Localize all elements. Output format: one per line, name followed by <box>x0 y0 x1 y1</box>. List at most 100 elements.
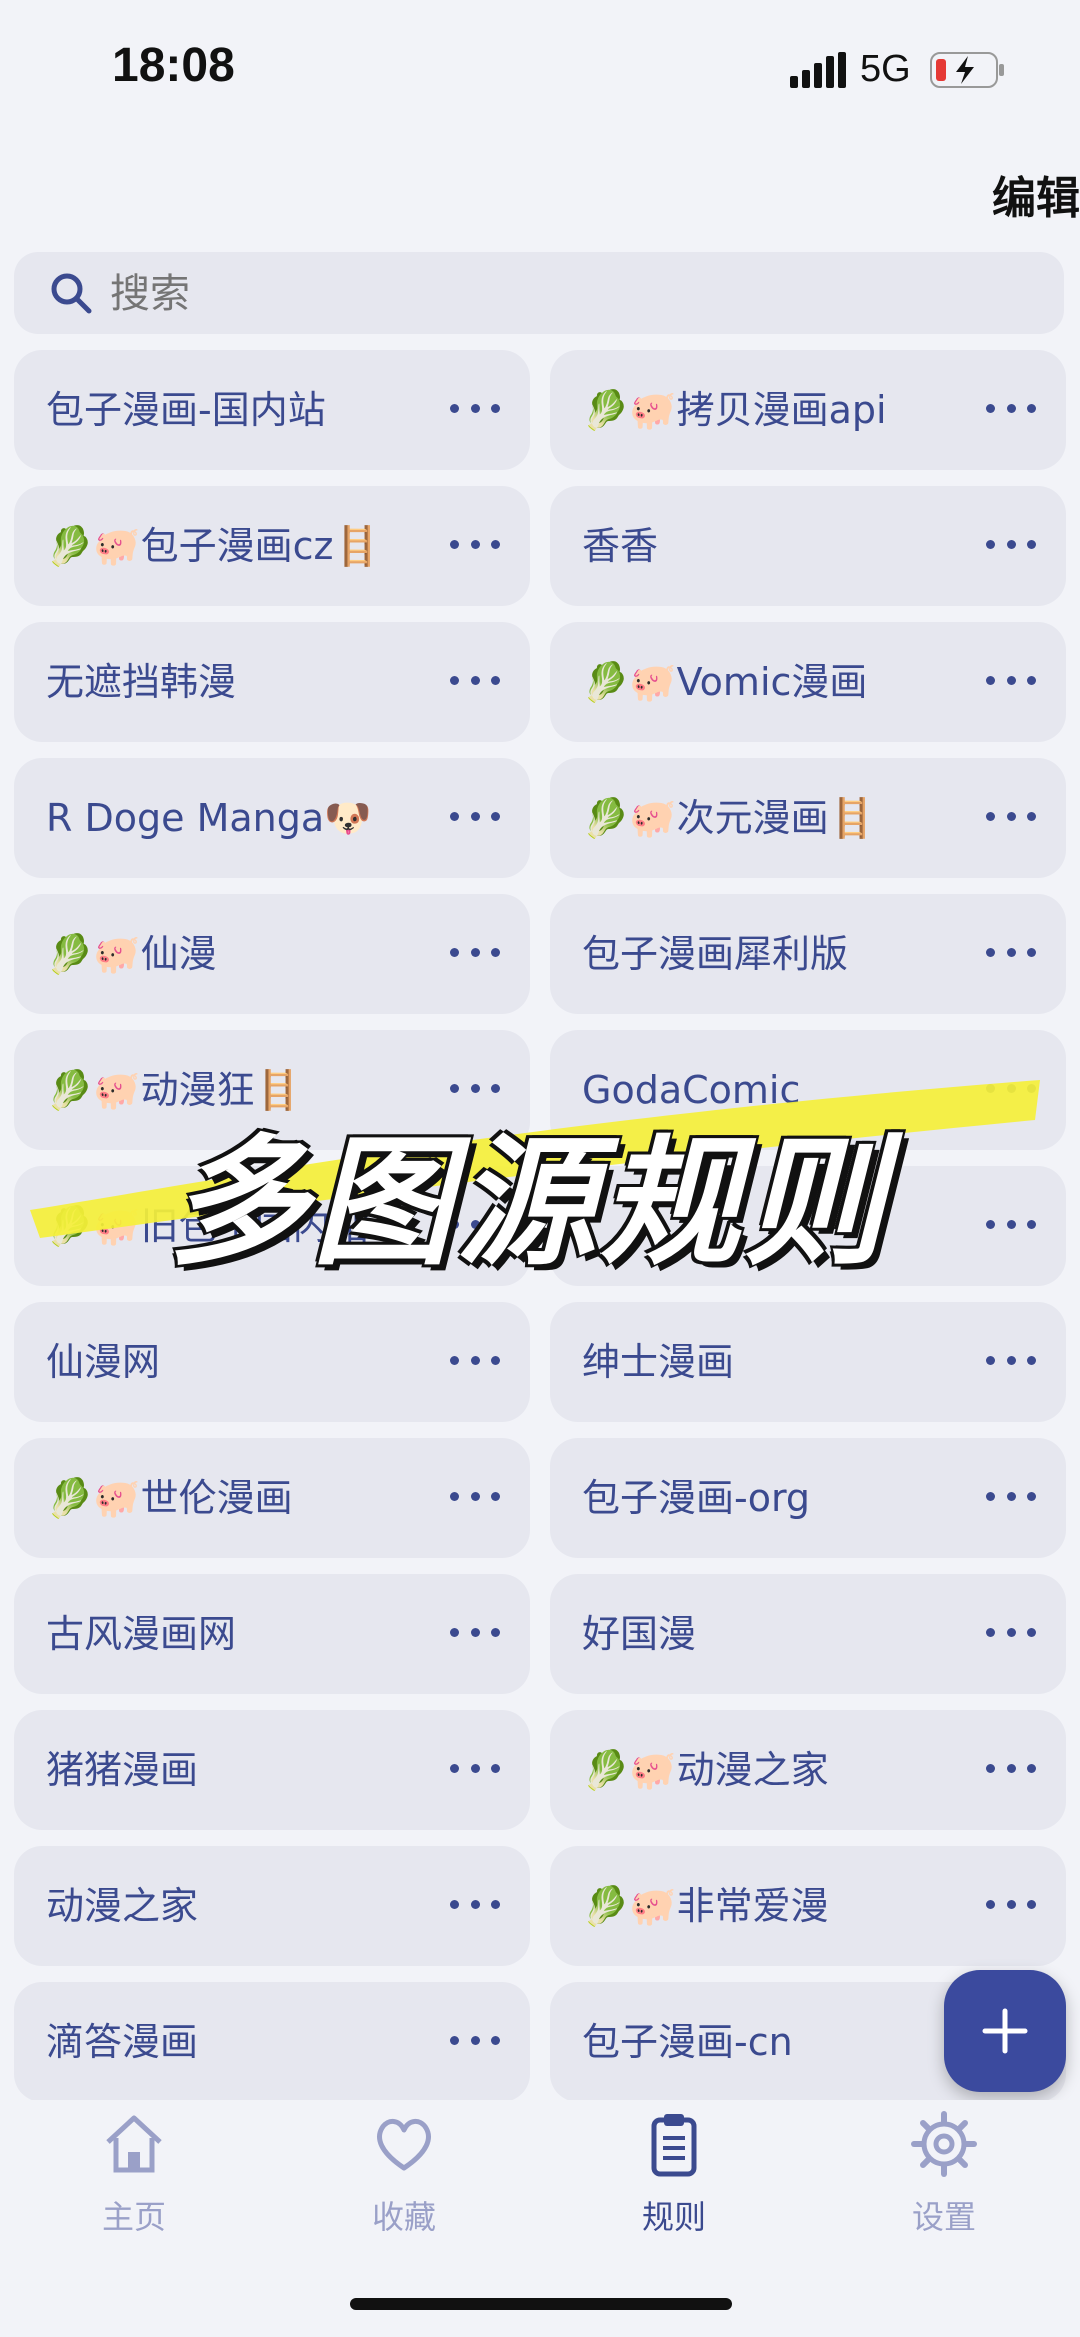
dot <box>450 675 459 685</box>
tab-rules[interactable]: 规则 <box>584 2110 764 2270</box>
rule-card[interactable]: 古风漫画网 <box>14 1574 530 1694</box>
add-rule-button[interactable] <box>944 1970 1066 2092</box>
rule-name: 仙漫网 <box>46 1340 161 1384</box>
rule-card[interactable]: 好国漫 <box>550 1574 1066 1694</box>
dot <box>986 1899 995 1909</box>
dot <box>1027 1899 1036 1909</box>
dot <box>1027 1491 1036 1501</box>
rule-name: 🥬🐖拷贝漫画api <box>582 388 887 432</box>
tab-label: 规则 <box>641 2198 706 2236</box>
dot <box>1006 1491 1016 1501</box>
rule-name: 包子漫画-国内站 <box>46 388 326 432</box>
rule-card[interactable]: 🥬🐖动漫之家 <box>550 1710 1066 1830</box>
dot <box>470 675 480 685</box>
more-icon[interactable] <box>450 1478 500 1514</box>
dot <box>1027 1355 1036 1365</box>
more-icon[interactable] <box>450 390 500 426</box>
rule-name: 包子漫画-org <box>582 1476 811 1520</box>
rule-name: 🥬🐖Vomic漫画 <box>582 660 868 704</box>
more-icon[interactable] <box>986 1478 1036 1514</box>
rule-card[interactable]: 🥬🐖包子漫画cz🪜 <box>14 486 530 606</box>
rule-name: 滴答漫画 <box>46 2020 199 2064</box>
rule-name: 猪猪漫画 <box>46 1748 199 1792</box>
dot <box>1006 811 1016 821</box>
more-icon[interactable] <box>450 1886 500 1922</box>
more-icon[interactable] <box>986 390 1036 426</box>
dot <box>450 2035 459 2045</box>
rule-card[interactable]: 包子漫画犀利版 <box>550 894 1066 1014</box>
dot <box>491 811 500 821</box>
rule-name: 🥬🐖世伦漫画 <box>46 1476 293 1520</box>
search-input[interactable] <box>108 252 1032 336</box>
dot <box>470 539 480 549</box>
rule-name: 好国漫 <box>582 1612 697 1656</box>
search-bar[interactable] <box>14 252 1064 336</box>
more-icon[interactable] <box>450 662 500 698</box>
rule-card[interactable]: 无遮挡韩漫 <box>14 622 530 742</box>
more-icon[interactable] <box>986 1886 1036 1922</box>
rule-card[interactable]: 🥬🐖次元漫画🪜 <box>550 758 1066 878</box>
rule-name: 绅士漫画 <box>582 1340 735 1384</box>
rule-card[interactable]: 仙漫网 <box>14 1302 530 1422</box>
clipboard-icon <box>651 2114 697 2177</box>
dot <box>450 403 459 413</box>
dot <box>491 1627 500 1637</box>
overlay-title: 多图源规则 <box>168 1122 889 1285</box>
dot <box>1006 1763 1016 1773</box>
dot <box>491 403 500 413</box>
more-icon[interactable] <box>450 1342 500 1378</box>
more-icon[interactable] <box>986 662 1036 698</box>
rule-name: 无遮挡韩漫 <box>46 660 237 704</box>
rule-card[interactable]: 猪猪漫画 <box>14 1710 530 1830</box>
rule-card[interactable]: 香香 <box>550 486 1066 606</box>
rule-name: 动漫之家 <box>46 1884 199 1928</box>
tab-label: 设置 <box>911 2198 976 2236</box>
rule-name: 🥬🐖次元漫画🪜 <box>582 796 876 840</box>
more-icon[interactable] <box>986 526 1036 562</box>
more-icon[interactable] <box>450 1614 500 1650</box>
status-bar: 18:08 5G <box>0 0 1080 140</box>
dot <box>986 947 995 957</box>
dot <box>491 947 500 957</box>
plus-icon <box>982 2008 1028 2054</box>
rule-name: 🥬🐖非常爱漫 <box>582 1884 829 1928</box>
more-icon[interactable] <box>986 1342 1036 1378</box>
rule-card[interactable]: 🥬🐖Vomic漫画 <box>550 622 1066 742</box>
tab-favorites[interactable]: 收藏 <box>314 2110 494 2270</box>
edit-button[interactable]: 编辑 <box>992 162 1080 226</box>
more-icon[interactable] <box>450 526 500 562</box>
more-icon[interactable] <box>450 798 500 834</box>
rule-card[interactable]: 绅士漫画 <box>550 1302 1066 1422</box>
dot <box>1006 947 1016 957</box>
rule-card[interactable]: 滴答漫画 <box>14 1982 530 2102</box>
more-icon[interactable] <box>450 1750 500 1786</box>
more-icon[interactable] <box>450 934 500 970</box>
tab-home[interactable]: 主页 <box>44 2110 224 2270</box>
dot <box>986 1763 995 1773</box>
rule-card[interactable]: 🥬🐖世伦漫画 <box>14 1438 530 1558</box>
dot <box>986 1355 995 1365</box>
dot <box>450 1491 459 1501</box>
dot <box>491 1491 500 1501</box>
tab-settings[interactable]: 设置 <box>854 2110 1034 2270</box>
rule-card[interactable]: 🥬🐖非常爱漫 <box>550 1846 1066 1966</box>
dot <box>450 947 459 957</box>
rule-name: 🥬🐖动漫之家 <box>582 1748 829 1792</box>
rule-name: 包子漫画犀利版 <box>582 932 849 976</box>
rule-card[interactable]: 包子漫画-国内站 <box>14 350 530 470</box>
more-icon[interactable] <box>986 1614 1036 1650</box>
dot <box>1006 1899 1016 1909</box>
rule-card[interactable]: R Doge Manga🐶 <box>14 758 530 878</box>
rule-card[interactable]: 动漫之家 <box>14 1846 530 1966</box>
more-icon[interactable] <box>986 934 1036 970</box>
more-icon[interactable] <box>450 2022 500 2058</box>
rule-card[interactable]: 🥬🐖拷贝漫画api <box>550 350 1066 470</box>
dot <box>1027 947 1036 957</box>
more-icon[interactable] <box>986 1750 1036 1786</box>
rule-card[interactable]: 包子漫画-org <box>550 1438 1066 1558</box>
dot <box>470 1627 480 1637</box>
dot <box>470 947 480 957</box>
more-icon[interactable] <box>986 798 1036 834</box>
rule-card[interactable]: 🥬🐖仙漫 <box>14 894 530 1014</box>
dot <box>1027 811 1036 821</box>
